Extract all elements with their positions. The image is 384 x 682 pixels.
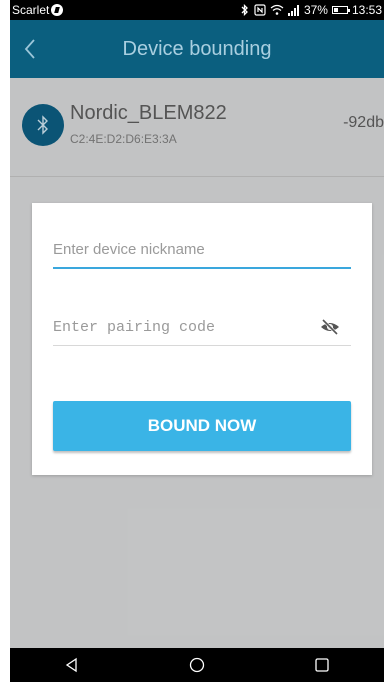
- nickname-input[interactable]: [53, 231, 351, 269]
- app-bar: Device bounding: [10, 20, 384, 78]
- nav-recents-button[interactable]: [302, 648, 342, 682]
- status-bar: Scarlet 37% 13:53: [10, 0, 384, 20]
- visibility-toggle[interactable]: [319, 316, 341, 338]
- nfc-icon: [254, 4, 266, 16]
- clock: 13:53: [351, 3, 382, 17]
- pairing-code-input[interactable]: [53, 309, 313, 345]
- bounding-dialog: BOUND NOW: [32, 203, 372, 475]
- nav-home-button[interactable]: [177, 648, 217, 682]
- battery-percent: 37%: [303, 3, 328, 17]
- operator-icon: [51, 4, 64, 16]
- carrier-name: Scarlet: [12, 3, 50, 17]
- bound-now-button[interactable]: BOUND NOW: [53, 401, 351, 451]
- pairing-code-underline: [53, 345, 351, 346]
- status-right: 37% 13:53: [240, 3, 382, 17]
- square-recents-icon: [314, 658, 329, 672]
- page-title: Device bounding: [122, 37, 272, 60]
- status-left: Scarlet: [12, 3, 64, 17]
- nav-back-button[interactable]: [52, 648, 92, 682]
- triangle-back-icon: [66, 657, 77, 673]
- bluetooth-status-icon: [241, 4, 248, 16]
- circle-home-icon: [189, 657, 205, 673]
- screen: Scarlet 37% 13:53 Device bounding Nordic…: [0, 0, 384, 682]
- chevron-left-icon: [24, 39, 35, 59]
- wifi-icon: [270, 4, 284, 15]
- navigation-bar: [10, 648, 384, 682]
- battery-icon: [331, 6, 350, 14]
- back-button[interactable]: [10, 20, 50, 78]
- signal-icon: [287, 5, 299, 16]
- visibility-off-icon: [321, 319, 339, 335]
